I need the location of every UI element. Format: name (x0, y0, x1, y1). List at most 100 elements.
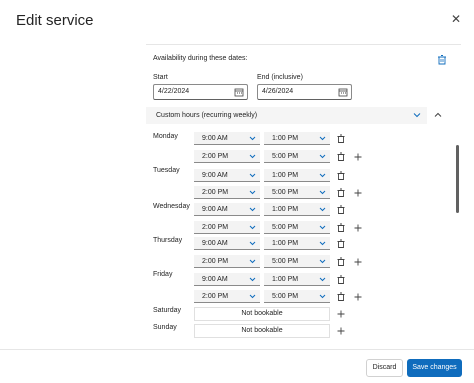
chevron-down-icon (249, 277, 256, 282)
time-value: 9:00 AM (202, 276, 228, 283)
discard-button[interactable]: Discard (366, 359, 403, 377)
time-value: 9:00 AM (202, 172, 228, 179)
chevron-down-icon (319, 277, 326, 282)
chevron-down-icon (319, 154, 326, 159)
time-to-select[interactable]: 1:00 PM (264, 132, 330, 145)
delete-icon[interactable] (335, 222, 347, 234)
time-to-select[interactable]: 5:00 PM (264, 221, 330, 234)
start-date-value: 4/22/2024 (158, 88, 190, 95)
add-icon[interactable] (335, 325, 347, 337)
delete-icon[interactable] (436, 54, 448, 66)
calendar-icon[interactable] (234, 87, 244, 97)
time-from-select[interactable]: 9:00 AM (194, 132, 260, 145)
chevron-down-icon (319, 259, 326, 264)
time-from-select[interactable]: 2:00 PM (194, 221, 260, 234)
day-label-sunday: Sunday (153, 324, 177, 331)
time-value: 5:00 PM (272, 153, 299, 160)
add-icon[interactable] (352, 222, 364, 234)
end-label: End (inclusive) (257, 74, 303, 81)
day-label-tuesday: Tuesday (153, 167, 180, 174)
chevron-down-icon (249, 154, 256, 159)
close-icon[interactable]: ✕ (449, 12, 463, 26)
time-from-select[interactable]: 9:00 AM (194, 169, 260, 182)
time-value: 1:00 PM (272, 240, 299, 247)
start-date-input[interactable]: 4/22/2024 (153, 84, 248, 100)
availability-mode-value: Custom hours (recurring weekly) (156, 112, 258, 119)
time-value: 5:00 PM (272, 189, 299, 196)
day-label-monday: Monday (153, 133, 178, 140)
time-value: 2:00 PM (202, 258, 229, 265)
not-bookable-status: Not bookable (194, 324, 330, 338)
chevron-down-icon (249, 207, 256, 212)
availability-mode-dropdown[interactable]: Custom hours (recurring weekly) (146, 107, 427, 124)
time-to-select[interactable]: 1:00 PM (264, 203, 330, 216)
not-bookable-status: Not bookable (194, 307, 330, 321)
delete-icon[interactable] (335, 291, 347, 303)
time-to-select[interactable]: 5:00 PM (264, 255, 330, 268)
time-to-select[interactable]: 5:00 PM (264, 290, 330, 303)
time-value: 1:00 PM (272, 276, 299, 283)
chevron-down-icon (249, 190, 256, 195)
time-from-select[interactable]: 2:00 PM (194, 255, 260, 268)
end-date-value: 4/26/2024 (262, 88, 294, 95)
time-from-select[interactable]: 2:00 PM (194, 290, 260, 303)
time-value: 1:00 PM (272, 135, 299, 142)
time-value: 2:00 PM (202, 153, 229, 160)
start-label: Start (153, 74, 168, 81)
chevron-down-icon (249, 225, 256, 230)
chevron-down-icon (319, 207, 326, 212)
end-date-input[interactable]: 4/26/2024 (257, 84, 352, 100)
delete-icon[interactable] (335, 238, 347, 250)
time-from-select[interactable]: 9:00 AM (194, 273, 260, 286)
day-label-friday: Friday (153, 271, 173, 278)
chevron-down-icon (319, 241, 326, 246)
time-from-select[interactable]: 2:00 PM (194, 150, 260, 163)
delete-icon[interactable] (335, 187, 347, 199)
time-value: 2:00 PM (202, 189, 229, 196)
time-value: 2:00 PM (202, 224, 229, 231)
time-to-select[interactable]: 5:00 PM (264, 150, 330, 163)
chevron-down-icon (319, 225, 326, 230)
scrollbar-thumb[interactable] (456, 145, 459, 213)
time-from-select[interactable]: 9:00 AM (194, 237, 260, 250)
calendar-icon[interactable] (338, 87, 348, 97)
time-to-select[interactable]: 1:00 PM (264, 273, 330, 286)
delete-icon[interactable] (335, 256, 347, 268)
add-icon[interactable] (352, 187, 364, 199)
add-icon[interactable] (352, 291, 364, 303)
time-value: 9:00 AM (202, 135, 228, 142)
time-value: 5:00 PM (272, 258, 299, 265)
chevron-down-icon (249, 173, 256, 178)
content-area: Availability during these dates: Start 4… (146, 44, 461, 344)
time-value: 5:00 PM (272, 224, 299, 231)
chevron-down-icon (319, 294, 326, 299)
day-label-thursday: Thursday (153, 237, 183, 244)
chevron-down-icon (249, 241, 256, 246)
dialog-title: Edit service (16, 12, 94, 29)
chevron-down-icon (319, 190, 326, 195)
chevron-down-icon (249, 294, 256, 299)
add-icon[interactable] (335, 308, 347, 320)
delete-icon[interactable] (335, 204, 347, 216)
time-value: 9:00 AM (202, 206, 228, 213)
delete-icon[interactable] (335, 133, 347, 145)
time-value: 5:00 PM (272, 293, 299, 300)
day-label-saturday: Saturday (153, 307, 182, 314)
save-changes-button[interactable]: Save changes (407, 359, 462, 377)
time-value: 1:00 PM (272, 172, 299, 179)
time-from-select[interactable]: 9:00 AM (194, 203, 260, 216)
chevron-down-icon (249, 136, 256, 141)
add-icon[interactable] (352, 151, 364, 163)
footer-divider (0, 349, 474, 350)
time-to-select[interactable]: 1:00 PM (264, 169, 330, 182)
chevron-up-icon[interactable] (433, 111, 443, 119)
chevron-down-icon (413, 113, 421, 118)
time-to-select[interactable]: 1:00 PM (264, 237, 330, 250)
time-to-select[interactable]: 5:00 PM (264, 186, 330, 199)
delete-icon[interactable] (335, 151, 347, 163)
add-icon[interactable] (352, 256, 364, 268)
delete-icon[interactable] (335, 170, 347, 182)
delete-icon[interactable] (335, 274, 347, 286)
chevron-down-icon (249, 259, 256, 264)
time-from-select[interactable]: 2:00 PM (194, 186, 260, 199)
